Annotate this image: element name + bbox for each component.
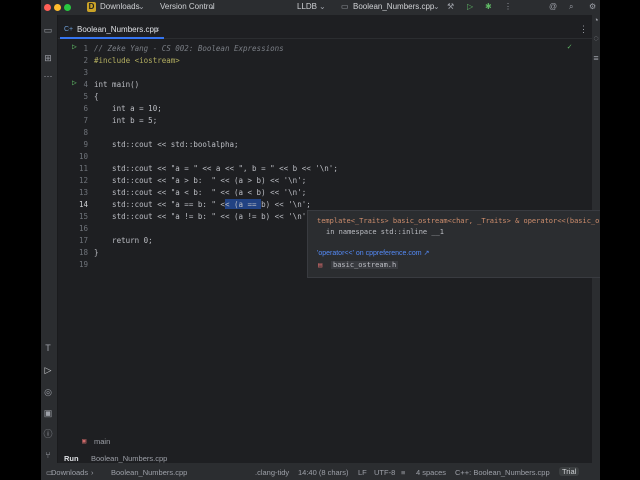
code-line[interactable]: std::cout << "a > b: " << (a > b) << '\n…: [94, 176, 306, 185]
line-number: 6: [83, 104, 88, 113]
run-tool-window-header: Run Boolean_Numbers.cpp: [58, 454, 592, 463]
line-number: 8: [83, 128, 88, 137]
debugger-selector[interactable]: LLDB: [297, 2, 317, 11]
cpp-file-icon: C+: [64, 26, 74, 33]
more-icon[interactable]: ⋮: [504, 2, 512, 11]
line-number: 1: [83, 44, 88, 53]
git-icon[interactable]: ⑂: [42, 450, 54, 460]
chevron-down-icon: ⌄: [209, 2, 216, 11]
editor-tab-bar: C+ Boolean_Numbers.cpp × ⋮: [58, 23, 592, 39]
problems-icon[interactable]: ⓘ: [42, 429, 54, 439]
cursor-position[interactable]: 14:40 (8 chars): [298, 468, 348, 477]
zoom-window-icon[interactable]: [64, 4, 71, 11]
project-selector[interactable]: Downloads: [100, 2, 140, 11]
settings-icon[interactable]: ⚙: [589, 2, 596, 11]
tab-boolean-numbers-run[interactable]: Boolean_Numbers.cpp: [91, 454, 167, 463]
terminal-icon[interactable]: ▣: [42, 408, 54, 418]
line-number: 9: [83, 140, 88, 149]
more-tools-icon[interactable]: ⋯: [42, 71, 54, 81]
code-line[interactable]: std::cout << "a < b: " << (a < b) << '\n…: [94, 188, 306, 197]
code-line[interactable]: std::cout << "a = " << a << ", b = " << …: [94, 164, 338, 173]
license-badge[interactable]: Trial: [559, 467, 580, 476]
status-bar: ▭ Downloads › Boolean_Numbers.cpp .clang…: [41, 463, 600, 480]
folder-icon[interactable]: ▭: [42, 25, 54, 35]
line-number: 2: [83, 56, 88, 65]
line-number: 11: [78, 164, 88, 173]
line-number: 15: [78, 212, 88, 221]
run-tool-icon[interactable]: ▷: [42, 365, 54, 375]
left-tool-bar: ▭ ⊞ ⋯ T ▷ ◎ ▣ ⓘ ⑂: [41, 15, 58, 463]
indent-setting[interactable]: 4 spaces: [416, 468, 446, 477]
tab-label: Boolean_Numbers.cpp: [77, 25, 159, 34]
services-icon[interactable]: ◎: [42, 387, 54, 397]
line-number: 3: [83, 68, 88, 77]
line-number: 12: [78, 176, 88, 185]
tab-options-icon[interactable]: ⋮: [579, 24, 588, 35]
doc-namespace: in namespace std::inline __1: [326, 228, 445, 236]
search-icon[interactable]: ⌕: [569, 2, 573, 12]
language-context[interactable]: C++: Boolean_Numbers.cpp: [455, 468, 550, 477]
function-icon: ▣: [82, 437, 87, 445]
code-line[interactable]: return 0;: [94, 236, 153, 245]
header-file-icon: ▤: [318, 261, 323, 269]
close-icon[interactable]: ×: [155, 23, 160, 37]
code-line[interactable]: }: [94, 248, 99, 257]
vcs-menu[interactable]: Version Control: [160, 2, 215, 11]
ide-window: D Downloads ⌄ Version Control ⌄ LLDB ⌄ ▭…: [41, 0, 600, 480]
code-line[interactable]: std::cout << "a != b: " << (a != b) << '…: [94, 212, 311, 221]
breadcrumb-root[interactable]: Downloads: [51, 468, 88, 477]
file-icon: ▭: [341, 2, 349, 11]
linter-status[interactable]: .clang-tidy: [255, 468, 289, 477]
chevron-right-icon: ›: [91, 468, 94, 477]
line-number: 18: [78, 248, 88, 257]
title-bar: D Downloads ⌄ Version Control ⌄ LLDB ⌄ ▭…: [41, 0, 600, 15]
cppreference-link[interactable]: 'operator<<' on cppreference.com ↗: [317, 249, 429, 257]
inspection-ok-icon: ✓: [567, 42, 572, 51]
chevron-down-icon: ⌄: [319, 2, 326, 11]
code-line[interactable]: int a = 10;: [94, 104, 162, 113]
debug-icon[interactable]: ✱: [485, 2, 492, 11]
chevron-down-icon: ⌄: [433, 2, 440, 11]
line-number: 19: [78, 260, 88, 269]
line-number: 16: [78, 224, 88, 233]
line-number: 17: [78, 236, 88, 245]
doc-signature: template<_Traits> basic_ostream<char, _T…: [317, 217, 600, 225]
code-line[interactable]: std::cout << std::boolalpha;: [94, 140, 238, 149]
breadcrumb[interactable]: main: [94, 437, 110, 446]
run-panel-label[interactable]: Run: [64, 454, 79, 463]
file-encoding[interactable]: UTF-8: [374, 468, 395, 477]
code-line-current[interactable]: std::cout << "a == b: " << (a == b) << '…: [94, 200, 311, 209]
run-icon[interactable]: ▷: [467, 2, 473, 11]
project-avatar: D: [87, 2, 96, 12]
run-config-selector[interactable]: Boolean_Numbers.cpp: [353, 2, 434, 11]
ai-assistant-icon[interactable]: @: [549, 2, 557, 11]
cmake-icon[interactable]: T: [42, 343, 54, 353]
code-line[interactable]: int main(): [94, 80, 139, 89]
code-line[interactable]: {: [94, 92, 99, 101]
code-line[interactable]: int b = 5;: [94, 116, 157, 125]
line-number: 13: [78, 188, 88, 197]
line-number-current: 14: [78, 200, 88, 209]
code-line[interactable]: #include <iostream>: [94, 56, 180, 65]
line-number: 4: [83, 80, 88, 89]
quick-documentation-popup: template<_Traits> basic_ostream<char, _T…: [307, 210, 600, 278]
breadcrumb-file[interactable]: Boolean_Numbers.cpp: [111, 468, 187, 477]
line-number: 7: [83, 116, 88, 125]
structure-icon[interactable]: ⊞: [42, 53, 54, 63]
minimize-window-icon[interactable]: [54, 4, 61, 11]
build-icon[interactable]: ⚒: [447, 2, 454, 11]
tab-boolean-numbers[interactable]: C+ Boolean_Numbers.cpp ×: [60, 23, 164, 39]
line-number: 5: [83, 92, 88, 101]
chevron-down-icon: ⌄: [138, 2, 145, 11]
header-file-link[interactable]: basic_ostream.h: [331, 261, 399, 269]
line-separator[interactable]: LF: [358, 468, 367, 477]
line-number: 10: [78, 152, 88, 161]
close-window-icon[interactable]: [44, 4, 51, 11]
indent-icon: ≡: [401, 468, 406, 477]
code-line[interactable]: // Zeke Yang - CS 002: Boolean Expressio…: [94, 44, 284, 53]
